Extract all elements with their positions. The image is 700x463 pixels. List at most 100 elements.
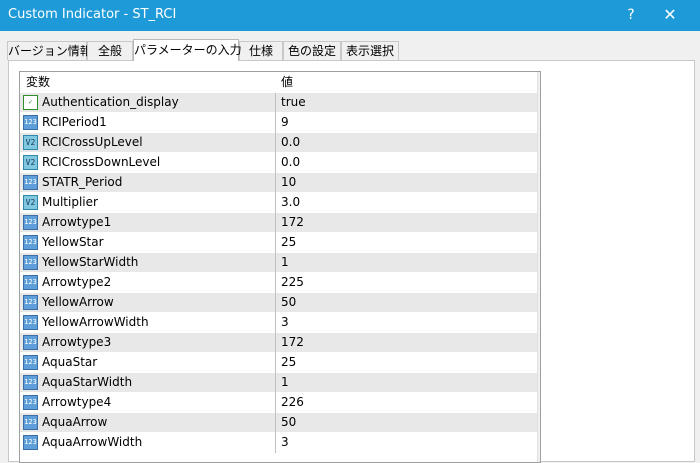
parameter-name: RCICrossUpLevel — [42, 135, 143, 149]
table-row[interactable]: 123 AquaArrow 50 — [20, 413, 537, 433]
column-divider — [275, 253, 276, 273]
title-bar: Custom Indicator - ST_RCI ? ✕ — [0, 0, 700, 31]
column-divider — [275, 293, 276, 313]
dialog-body: バージョン情報 全般 パラメーターの入力 仕様 色の設定 表示選択 変数 値 ✓… — [0, 31, 700, 463]
close-button[interactable]: ✕ — [650, 3, 690, 27]
parameter-name: Authentication_display — [42, 95, 179, 109]
int-type-icon: 123 — [23, 435, 38, 450]
int-type-icon: 123 — [23, 175, 38, 190]
header-variable: 変数 — [26, 75, 51, 89]
table-row[interactable]: 123 Arrowtype4 226 — [20, 393, 537, 413]
tab-general[interactable]: 全般 — [87, 41, 133, 60]
parameter-value[interactable]: 3 — [281, 433, 289, 452]
parameter-value[interactable]: 172 — [281, 213, 304, 232]
parameter-name: Arrowtype3 — [42, 335, 112, 349]
parameter-name: YellowStarWidth — [42, 255, 139, 269]
int-type-icon: 123 — [23, 215, 38, 230]
column-divider — [275, 93, 276, 113]
window-title: Custom Indicator - ST_RCI — [8, 7, 177, 22]
double-type-icon: V2 — [23, 195, 38, 210]
parameter-value[interactable]: 3 — [281, 313, 289, 332]
parameter-value[interactable]: 50 — [281, 293, 296, 312]
int-type-icon: 123 — [23, 275, 38, 290]
parameters-grid: 変数 値 ✓ Authentication_display true 123 RCIPe… — [19, 71, 541, 463]
parameter-value[interactable]: 226 — [281, 393, 304, 412]
double-type-icon: V2 — [23, 135, 38, 150]
table-row[interactable]: 123 STATR_Period 10 — [20, 173, 537, 193]
parameter-value[interactable]: 25 — [281, 353, 296, 372]
parameter-name: STATR_Period — [42, 175, 123, 189]
table-row[interactable]: ✓ Authentication_display true — [20, 93, 537, 113]
column-divider — [275, 313, 276, 333]
grid-header: 変数 値 — [20, 72, 537, 93]
tab-specification[interactable]: 仕様 — [239, 41, 283, 60]
parameter-value[interactable]: 225 — [281, 273, 304, 292]
parameter-value[interactable]: 0.0 — [281, 133, 300, 152]
table-row[interactable]: 123 RCIPeriod1 9 — [20, 113, 537, 133]
scroll-up-arrow-icon[interactable]: ▲ — [538, 72, 540, 89]
parameter-value[interactable]: true — [281, 93, 306, 112]
table-row[interactable]: 123 AquaStarWidth 1 — [20, 373, 537, 393]
parameter-value[interactable]: 3.0 — [281, 193, 300, 212]
parameters-panel: 変数 値 ✓ Authentication_display true 123 RCIPe… — [8, 60, 695, 463]
bool-type-icon: ✓ — [23, 95, 38, 110]
parameter-name: AquaArrow — [42, 415, 108, 429]
column-divider — [275, 233, 276, 253]
tab-version-info[interactable]: バージョン情報 — [7, 41, 92, 60]
help-button[interactable]: ? — [616, 3, 646, 27]
parameter-value[interactable]: 25 — [281, 233, 296, 252]
parameter-value[interactable]: 0.0 — [281, 153, 300, 172]
vertical-scrollbar[interactable]: ▲ — [537, 72, 541, 462]
column-divider — [275, 193, 276, 213]
table-row[interactable]: 123 AquaArrowWidth 3 — [20, 433, 537, 453]
parameter-name: Arrowtype2 — [42, 275, 112, 289]
parameter-value[interactable]: 50 — [281, 413, 296, 432]
double-type-icon: V2 — [23, 155, 38, 170]
column-divider — [275, 213, 276, 233]
parameter-name: YellowArrowWidth — [42, 315, 149, 329]
scroll-thumb[interactable] — [540, 91, 541, 459]
header-value: 値 — [281, 75, 294, 89]
parameter-value[interactable]: 1 — [281, 373, 289, 392]
table-row[interactable]: 123 Arrowtype2 225 — [20, 273, 537, 293]
table-row[interactable]: V2 RCICrossUpLevel 0.0 — [20, 133, 537, 153]
parameter-name: Arrowtype1 — [42, 215, 112, 229]
int-type-icon: 123 — [23, 395, 38, 410]
parameter-name: RCIPeriod1 — [42, 115, 107, 129]
table-row[interactable]: 123 AquaStar 25 — [20, 353, 537, 373]
parameter-name: AquaStar — [42, 355, 98, 369]
table-row[interactable]: 123 YellowStarWidth 1 — [20, 253, 537, 273]
tab-parameters[interactable]: パラメーターの入力 — [133, 39, 242, 61]
parameter-name: AquaStarWidth — [42, 375, 133, 389]
int-type-icon: 123 — [23, 375, 38, 390]
tab-color-settings[interactable]: 色の設定 — [283, 41, 341, 60]
parameter-name: AquaArrowWidth — [42, 435, 143, 449]
parameter-name: Arrowtype4 — [42, 395, 112, 409]
parameter-name: Multiplier — [42, 195, 98, 209]
int-type-icon: 123 — [23, 315, 38, 330]
int-type-icon: 123 — [23, 115, 38, 130]
int-type-icon: 123 — [23, 295, 38, 310]
parameter-name: YellowStar — [42, 235, 104, 249]
parameter-value[interactable]: 172 — [281, 333, 304, 352]
table-row[interactable]: 123 YellowStar 25 — [20, 233, 537, 253]
table-row[interactable]: 123 Arrowtype3 172 — [20, 333, 537, 353]
table-row[interactable]: 123 YellowArrowWidth 3 — [20, 313, 537, 333]
column-divider — [275, 413, 276, 433]
tab-display-selection[interactable]: 表示選択 — [341, 41, 399, 60]
table-row[interactable]: V2 Multiplier 3.0 — [20, 193, 537, 213]
grid-rows: ✓ Authentication_display true 123 RCIPeriod1… — [20, 93, 537, 453]
column-divider — [275, 333, 276, 353]
table-row[interactable]: 123 YellowArrow 50 — [20, 293, 537, 313]
parameter-value[interactable]: 9 — [281, 113, 289, 132]
table-row[interactable]: V2 RCICrossDownLevel 0.0 — [20, 153, 537, 173]
int-type-icon: 123 — [23, 415, 38, 430]
parameter-value[interactable]: 1 — [281, 253, 289, 272]
table-row[interactable]: 123 Arrowtype1 172 — [20, 213, 537, 233]
int-type-icon: 123 — [23, 235, 38, 250]
int-type-icon: 123 — [23, 335, 38, 350]
column-divider — [275, 373, 276, 393]
column-divider — [275, 393, 276, 413]
column-divider — [275, 153, 276, 173]
parameter-value[interactable]: 10 — [281, 173, 296, 192]
